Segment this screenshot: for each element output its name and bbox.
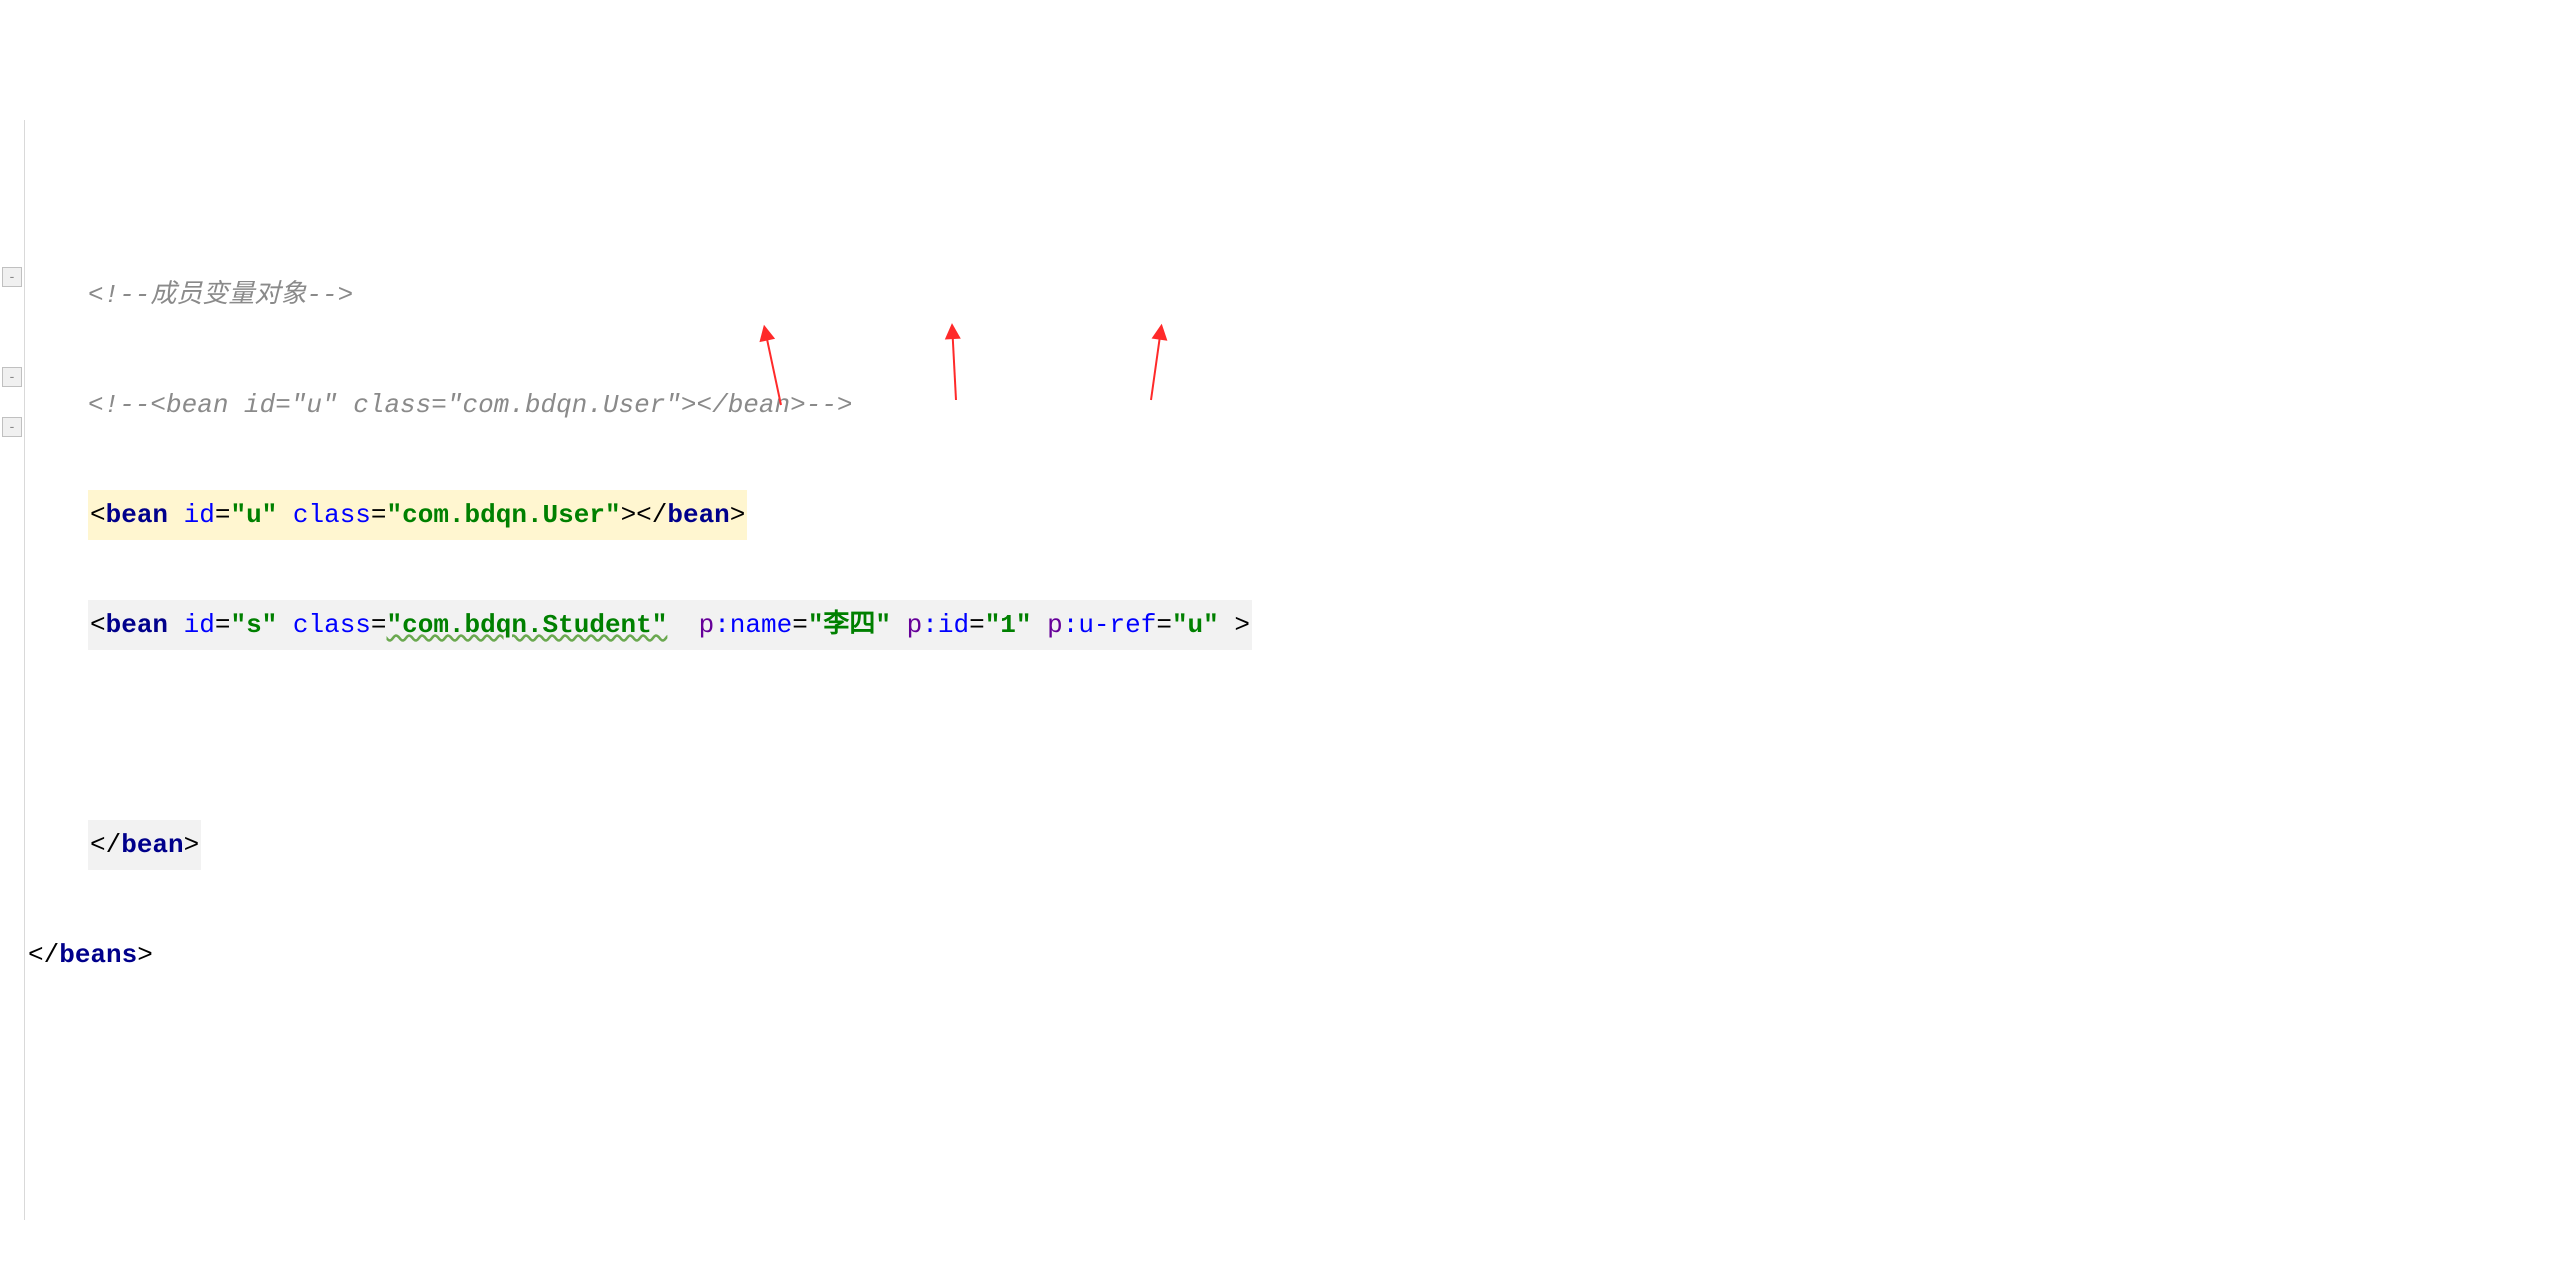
attr-value: "com.bdqn.User" bbox=[387, 500, 621, 530]
angle-bracket: < bbox=[90, 500, 106, 530]
angle-bracket: > bbox=[1219, 610, 1250, 640]
attr-class: class bbox=[293, 500, 371, 530]
angle-bracket: > bbox=[184, 830, 200, 860]
code-line[interactable] bbox=[28, 710, 2560, 760]
closing-bean: </bean> bbox=[88, 820, 201, 870]
code-line[interactable]: </beans> bbox=[28, 930, 2560, 980]
attr-id: id bbox=[184, 610, 215, 640]
tag-name: bean bbox=[106, 610, 168, 640]
namespace-p: p bbox=[907, 610, 923, 640]
attr-value: "u" bbox=[1172, 610, 1219, 640]
angle-bracket: < bbox=[90, 610, 106, 640]
code-line[interactable]: <!--<bean id="u" class="com.bdqn.User"><… bbox=[28, 380, 2560, 430]
angle-bracket: > bbox=[137, 940, 153, 970]
angle-bracket: > bbox=[730, 500, 746, 530]
fold-handle[interactable]: - bbox=[2, 367, 22, 387]
attr-pid: :id bbox=[922, 610, 969, 640]
attr-id: id bbox=[184, 500, 215, 530]
code-line[interactable]: <bean id="u" class="com.bdqn.User"></bea… bbox=[28, 490, 2560, 540]
attr-value: "1" bbox=[985, 610, 1032, 640]
attr-value: "s" bbox=[230, 610, 277, 640]
code-editor[interactable]: - - - <!--成员变量对象--> <!--<bean id="u" cla… bbox=[0, 120, 2560, 1220]
code-line[interactable]: <!--成员变量对象--> bbox=[28, 270, 2560, 320]
namespace-p: p bbox=[1047, 610, 1063, 640]
selected-bean-s: <bean id="s" class="com.bdqn.Student" p:… bbox=[88, 600, 1252, 650]
code-line[interactable]: <bean id="s" class="com.bdqn.Student" p:… bbox=[28, 600, 2560, 650]
angle-bracket: </ bbox=[28, 940, 59, 970]
attr-class: class bbox=[293, 610, 371, 640]
tag-name: beans bbox=[59, 940, 137, 970]
attr-value: "com.bdqn.Student" bbox=[387, 610, 668, 640]
angle-bracket: </ bbox=[90, 830, 121, 860]
highlighted-bean-u: <bean id="u" class="com.bdqn.User"></bea… bbox=[88, 490, 747, 540]
xml-comment: <!--<bean id="u" class="com.bdqn.User"><… bbox=[88, 390, 853, 420]
attr-value: "u" bbox=[230, 500, 277, 530]
fold-handle[interactable]: - bbox=[2, 417, 22, 437]
xml-comment: <!--成员变量对象--> bbox=[88, 280, 353, 310]
code-line[interactable]: </bean> bbox=[28, 820, 2560, 870]
namespace-p: p bbox=[699, 610, 715, 640]
attr-puref: :u-ref bbox=[1063, 610, 1157, 640]
attr-value: "李四" bbox=[808, 610, 891, 640]
angle-bracket: ></ bbox=[621, 500, 668, 530]
tag-name: bean bbox=[667, 500, 729, 530]
code-area[interactable]: <!--成员变量对象--> <!--<bean id="u" class="co… bbox=[28, 210, 2560, 1040]
fold-handle[interactable]: - bbox=[2, 267, 22, 287]
tag-name: bean bbox=[106, 500, 168, 530]
attr-pname: :name bbox=[714, 610, 792, 640]
tag-name: bean bbox=[121, 830, 183, 860]
editor-gutter: - - - bbox=[0, 120, 25, 1220]
